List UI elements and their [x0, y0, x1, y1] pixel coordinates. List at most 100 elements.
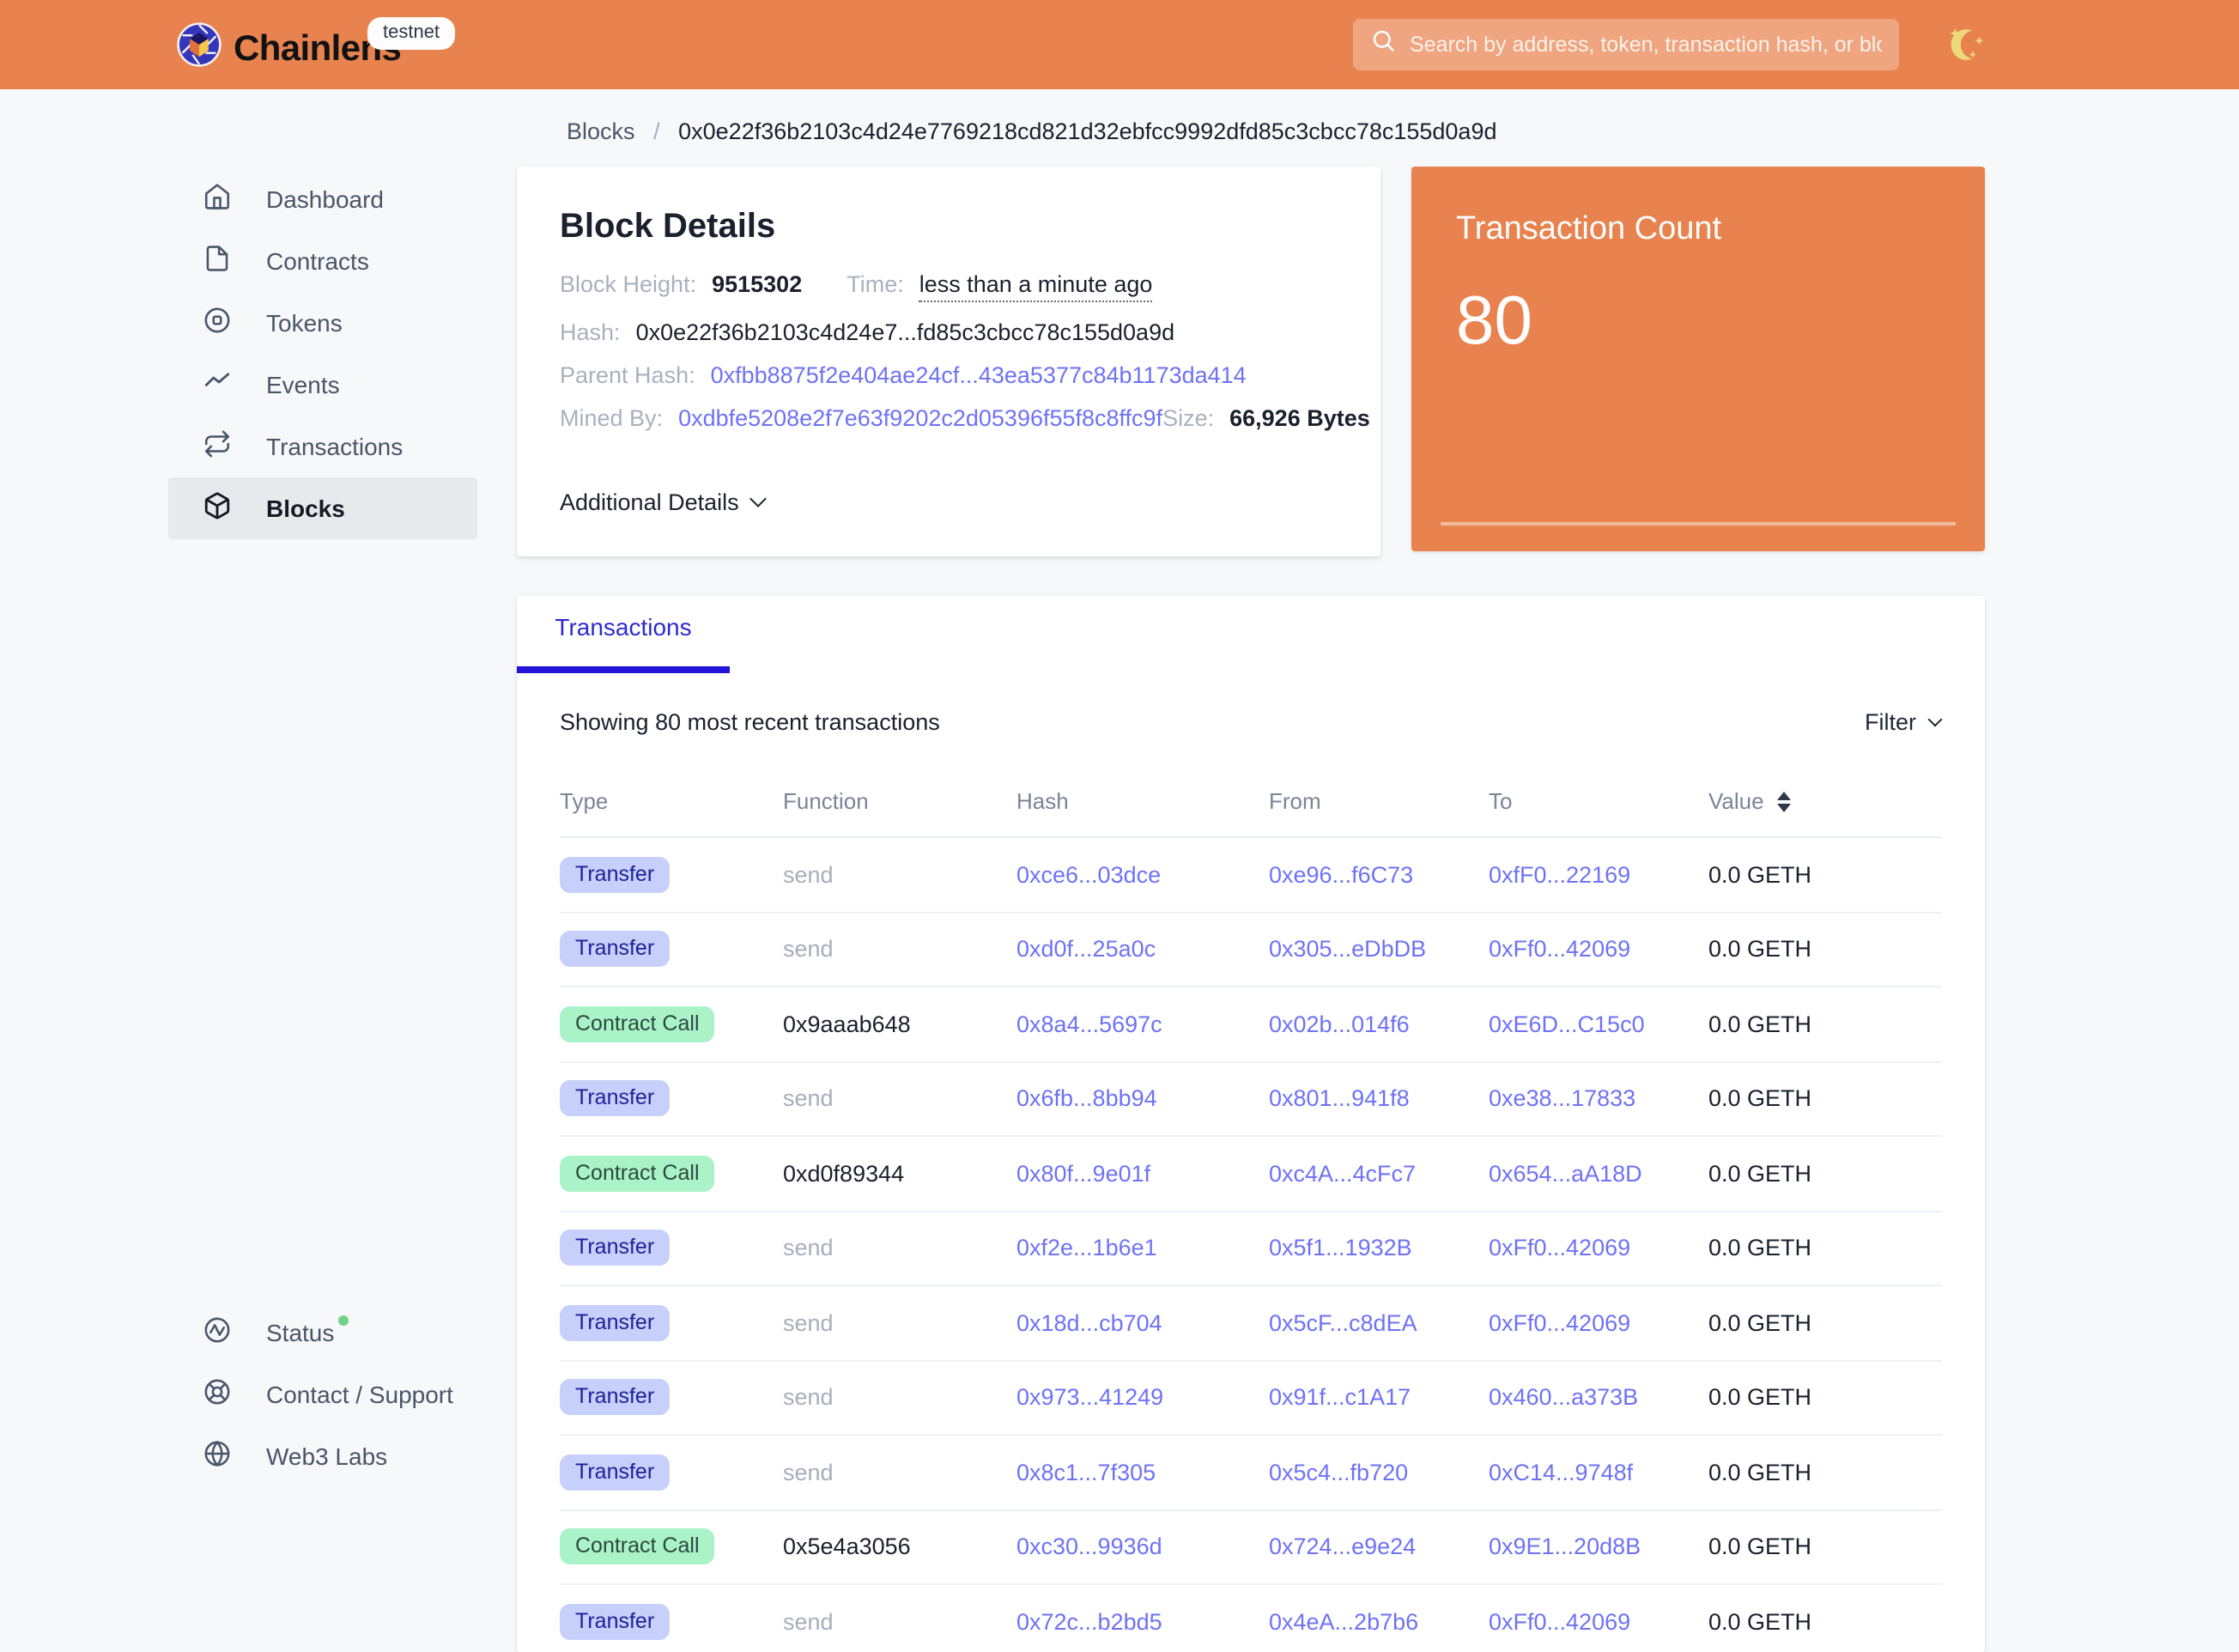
tx-value: 0.0 GETH: [1708, 1086, 1942, 1112]
app-header: Chainlens testnet: [0, 0, 2239, 89]
transactions-summary: Showing 80 most recent transactions: [560, 709, 940, 735]
tx-to-link[interactable]: 0x9E1...20d8B: [1489, 1534, 1641, 1560]
block-details-card: Block Details Block Height: 9515302 Time…: [517, 167, 1380, 556]
tx-hash-link[interactable]: 0x973...41249: [1016, 1385, 1163, 1411]
sidebar-item-tokens[interactable]: Tokens: [168, 292, 477, 354]
tx-type-badge: Transfer: [560, 932, 670, 968]
tx-value: 0.0 GETH: [1708, 1609, 1942, 1635]
table-row: Transfer send 0xd0f...25a0c 0x305...eDbD…: [560, 913, 1942, 987]
tx-from-link[interactable]: 0xc4A...4cFc7: [1269, 1161, 1416, 1187]
tx-to-link[interactable]: 0xE6D...C15c0: [1489, 1011, 1645, 1037]
column-header-type: Type: [560, 788, 783, 814]
tab-transactions[interactable]: Transactions: [517, 596, 730, 673]
sidebar-item-dashboard[interactable]: Dashboard: [168, 168, 477, 230]
sidebar-item-events[interactable]: Events: [168, 354, 477, 416]
sidebar-item-blocks[interactable]: Blocks: [168, 477, 477, 539]
breadcrumb-separator: /: [653, 118, 660, 144]
tx-value: 0.0 GETH: [1708, 862, 1942, 888]
tx-from-link[interactable]: 0x5cF...c8dEA: [1269, 1310, 1417, 1336]
tx-hash-link[interactable]: 0x8c1...7f305: [1016, 1460, 1156, 1485]
parent-hash-row: Parent Hash: 0xfbb8875f2e404ae24cf...43e…: [560, 362, 1338, 388]
lifebuoy-icon: [203, 1377, 232, 1412]
tx-type-badge: Transfer: [560, 1380, 670, 1416]
tx-hash-link[interactable]: 0x8a4...5697c: [1016, 1011, 1162, 1037]
tx-to-link[interactable]: 0xFf0...42069: [1489, 937, 1630, 963]
tx-to-link[interactable]: 0x654...aA18D: [1489, 1161, 1642, 1187]
sidebar-item-transactions[interactable]: Transactions: [168, 416, 477, 477]
column-header-from: From: [1269, 788, 1489, 814]
additional-details-toggle[interactable]: Additional Details: [560, 489, 765, 515]
table-row: Transfer send 0x973...41249 0x91f...c1A1…: [560, 1361, 1942, 1436]
time-label: Time:: [846, 271, 904, 297]
mined-by-link[interactable]: 0xdbfe5208e2f7e63f9202c2d05396f55f8c8ffc…: [678, 405, 1162, 431]
tx-type-badge: Contract Call: [560, 1006, 715, 1042]
tx-to-link[interactable]: 0xC14...9748f: [1489, 1460, 1633, 1485]
sidebar-item-contracts[interactable]: Contracts: [168, 230, 477, 292]
sidebar-item-web3-labs[interactable]: Web3 Labs: [168, 1425, 477, 1487]
sidebar-footer: Status Contact / Support Web3 Labs: [168, 1302, 477, 1487]
column-header-to: To: [1489, 788, 1708, 814]
tx-type-badge: Contract Call: [560, 1156, 715, 1192]
tx-function: send: [783, 1310, 1016, 1336]
cube-icon: [203, 491, 232, 525]
tx-to-link[interactable]: 0xFf0...42069: [1489, 1236, 1630, 1261]
tx-hash-link[interactable]: 0x72c...b2bd5: [1016, 1609, 1162, 1635]
tx-from-link[interactable]: 0xe96...f6C73: [1269, 862, 1413, 888]
tx-to-link[interactable]: 0xfF0...22169: [1489, 862, 1630, 888]
time-value: less than a minute ago: [919, 271, 1153, 302]
tx-to-link[interactable]: 0x460...a373B: [1489, 1385, 1638, 1411]
parent-hash-link[interactable]: 0xfbb8875f2e404ae24cf...43ea5377c84b1173…: [711, 362, 1247, 388]
tx-hash-link[interactable]: 0xce6...03dce: [1016, 862, 1161, 888]
table-row: Transfer send 0x18d...cb704 0x5cF...c8dE…: [560, 1286, 1942, 1361]
hash-value: 0x0e22f36b2103c4d24e7...fd85c3cbcc78c155…: [636, 319, 1175, 345]
transactions-panel: Transactions Showing 80 most recent tran…: [517, 596, 1985, 1652]
table-row: Transfer send 0xf2e...1b6e1 0x5f1...1932…: [560, 1212, 1942, 1286]
search-input[interactable]: [1410, 33, 1882, 57]
tx-hash-link[interactable]: 0xc30...9936d: [1016, 1534, 1162, 1560]
tx-from-link[interactable]: 0x5f1...1932B: [1269, 1236, 1412, 1261]
tx-to-link[interactable]: 0xFf0...42069: [1489, 1310, 1630, 1336]
sidebar-item-label: Contracts: [266, 247, 369, 275]
tx-hash-link[interactable]: 0x18d...cb704: [1016, 1310, 1162, 1336]
tx-value: 0.0 GETH: [1708, 1161, 1942, 1187]
tx-from-link[interactable]: 0x02b...014f6: [1269, 1011, 1410, 1037]
mined-by-row: Mined By: 0xdbfe5208e2f7e63f9202c2d05396…: [560, 405, 1338, 431]
sort-icon[interactable]: [1778, 791, 1792, 811]
tx-value: 0.0 GETH: [1708, 937, 1942, 963]
tx-value: 0.0 GETH: [1708, 1534, 1942, 1560]
sidebar-item-contact-support[interactable]: Contact / Support: [168, 1364, 477, 1425]
tx-from-link[interactable]: 0x305...eDbDB: [1269, 937, 1426, 963]
tx-hash-link[interactable]: 0x6fb...8bb94: [1016, 1086, 1157, 1112]
theme-toggle-moon-icon[interactable]: [1944, 19, 1999, 74]
transaction-count-card: Transaction Count 80: [1411, 167, 1985, 551]
tx-to-link[interactable]: 0xFf0...42069: [1489, 1609, 1630, 1635]
count-card-divider: [1441, 522, 1956, 525]
tx-hash-link[interactable]: 0xf2e...1b6e1: [1016, 1236, 1157, 1261]
tx-hash-link[interactable]: 0xd0f...25a0c: [1016, 937, 1156, 963]
tx-from-link[interactable]: 0x91f...c1A17: [1269, 1385, 1411, 1411]
column-header-function: Function: [783, 788, 1016, 814]
sidebar-item-status[interactable]: Status: [168, 1302, 477, 1364]
sidebar-item-label: Contact / Support: [266, 1381, 453, 1408]
active-tab-underline: [517, 666, 730, 673]
tx-from-link[interactable]: 0x5c4...fb720: [1269, 1460, 1408, 1485]
globe-icon: [203, 1439, 232, 1473]
breadcrumb: Blocks / 0x0e22f36b2103c4d24e7769218cd82…: [567, 118, 1497, 144]
table-row: Contract Call 0xd0f89344 0x80f...9e01f 0…: [560, 1137, 1942, 1212]
hash-row: Hash: 0x0e22f36b2103c4d24e7...fd85c3cbcc…: [560, 319, 1338, 345]
tx-from-link[interactable]: 0x4eA...2b7b6: [1269, 1609, 1418, 1635]
tx-type-badge: Transfer: [560, 1305, 670, 1341]
global-search[interactable]: [1353, 19, 1899, 70]
filter-button[interactable]: Filter: [1865, 709, 1940, 735]
chainlens-logo-icon: [177, 22, 221, 76]
home-icon: [203, 182, 232, 216]
sidebar-item-label: Tokens: [266, 309, 343, 337]
tx-type-badge: Transfer: [560, 1081, 670, 1117]
tx-function: send: [783, 937, 1016, 963]
tx-to-link[interactable]: 0xe38...17833: [1489, 1086, 1635, 1112]
tx-from-link[interactable]: 0x724...e9e24: [1269, 1534, 1416, 1560]
breadcrumb-blocks-link[interactable]: Blocks: [567, 118, 635, 144]
tx-from-link[interactable]: 0x801...941f8: [1269, 1086, 1410, 1112]
hash-label: Hash:: [560, 319, 621, 345]
tx-hash-link[interactable]: 0x80f...9e01f: [1016, 1161, 1150, 1187]
